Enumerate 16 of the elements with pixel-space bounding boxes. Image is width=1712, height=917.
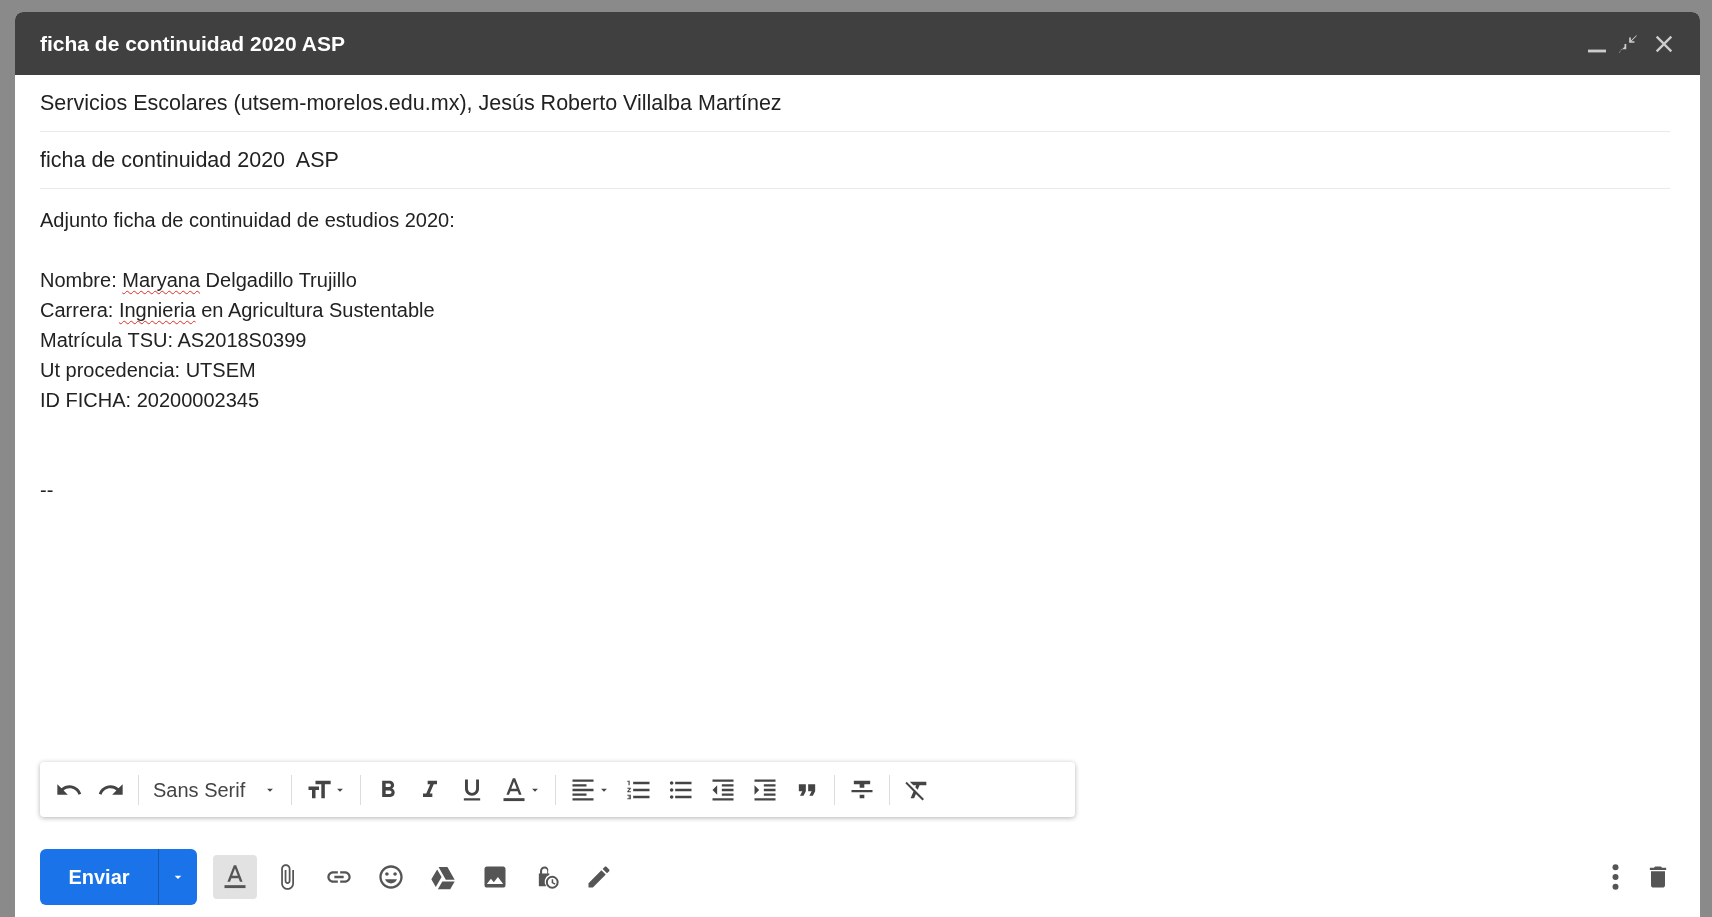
minimize-icon — [1588, 47, 1606, 54]
formatting-options-button[interactable] — [213, 855, 257, 899]
body-line: Nombre: Maryana Delgadillo Trujillo — [40, 268, 358, 293]
send-button[interactable]: Enviar — [40, 849, 158, 905]
font-dropdown[interactable]: Sans Serif — [147, 770, 284, 809]
subject-field[interactable]: ficha de continuidad 2020 ASP — [40, 132, 1670, 189]
signature-text: -- — [40, 478, 55, 503]
body-line: Carrera: Ingnieria en Agricultura Sustentable — [40, 298, 436, 323]
more-icon — [1611, 863, 1620, 891]
body-line: Matrícula TSU: AS2018S0399 — [40, 328, 308, 353]
window-title: ficha de continuidad 2020 ASP — [40, 30, 346, 57]
smiley-icon — [377, 863, 405, 891]
recipients-field[interactable]: Servicios Escolares (utsem-morelos.edu.mx), Jesús Roberto Villalba Martínez — [40, 75, 1670, 132]
body-line: Ut procedencia: UTSEM — [40, 358, 257, 383]
body-line: Adjunto ficha de continuidad de estudios 2020: — [40, 208, 456, 233]
body-line: ID FICHA: 20200002345 — [40, 388, 261, 413]
